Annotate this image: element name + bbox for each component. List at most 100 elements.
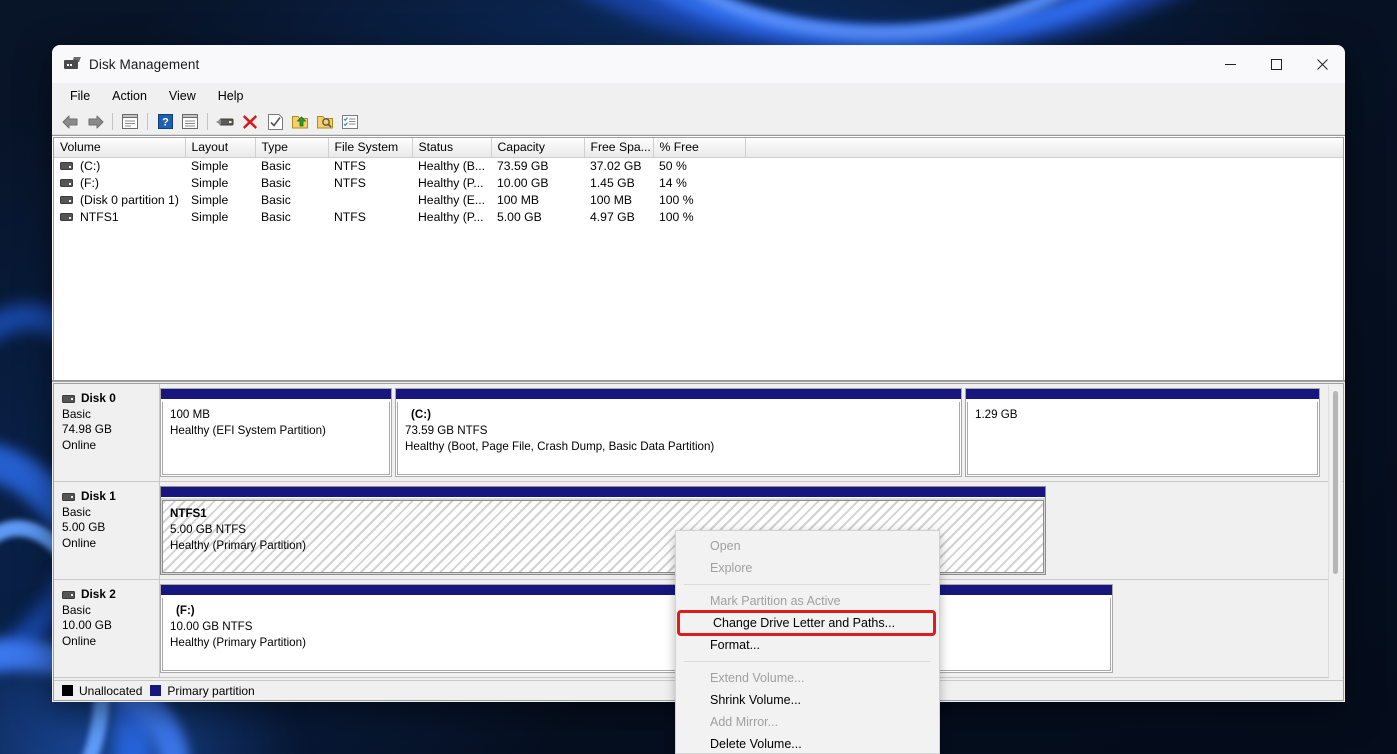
disk-row-0[interactable]: Disk 0 Basic 74.98 GB Online 100 MB Heal… <box>54 384 1343 482</box>
context-menu-item-extend-volume: Extend Volume... <box>710 671 805 685</box>
volume-label: (F:) <box>80 176 99 190</box>
drive-icon <box>60 162 73 171</box>
table-row[interactable]: (F:) Simple Basic NTFS Healthy (P... 10.… <box>54 175 1343 192</box>
disk-size: 10.00 GB <box>62 618 112 632</box>
extend-volume-icon[interactable] <box>288 111 312 133</box>
cell-status: Healthy (E... <box>418 193 486 207</box>
context-menu-item-delete-volume[interactable]: Delete Volume... <box>676 733 939 753</box>
disk-info-2: Disk 2 Basic 10.00 GB Online <box>54 580 160 677</box>
cell-type: Basic <box>261 176 291 190</box>
delete-volume-icon[interactable] <box>238 111 262 133</box>
cell-pctfree: 14 % <box>659 176 687 190</box>
cell-pctfree: 100 % <box>659 193 694 207</box>
table-row[interactable]: (C:) Simple Basic NTFS Healthy (B... 73.… <box>54 158 1343 175</box>
disk-name: Disk 1 <box>81 489 116 503</box>
cell-type: Basic <box>261 210 291 224</box>
drive-icon <box>60 196 73 204</box>
context-menu-item-format[interactable]: Format... <box>676 634 939 656</box>
disk-state: Online <box>62 437 97 452</box>
column-header-file-system[interactable]: File System <box>328 138 413 158</box>
cell-filler <box>745 209 1343 226</box>
disk-size: 5.00 GB <box>62 520 106 534</box>
column-header-layout[interactable]: Layout <box>185 138 256 158</box>
partition-status: Healthy (EFI System Partition) <box>170 424 326 437</box>
partition-capacity-bar <box>161 487 1045 498</box>
context-menu-item-change-drive-letter-and-paths[interactable]: Change Drive Letter and Paths... <box>677 610 936 636</box>
drive-icon <box>60 213 73 221</box>
context-menu-separator <box>684 661 931 662</box>
maximize-button[interactable] <box>1253 45 1299 83</box>
menu-help[interactable]: Help <box>208 87 254 106</box>
legend-unallocated: Unallocated <box>62 684 142 698</box>
column-header-type[interactable]: Type <box>255 138 329 158</box>
column-header-free-space[interactable]: Free Spa... <box>584 138 654 158</box>
volume-list-pane: Volume Layout Type File System Status Ca… <box>52 135 1345 381</box>
volume-table: Volume Layout Type File System Status Ca… <box>54 138 1343 226</box>
explore-icon[interactable] <box>313 111 337 133</box>
cell-capacity: 100 MB <box>497 193 540 207</box>
partition-efi[interactable]: 100 MB Healthy (EFI System Partition) <box>160 388 392 477</box>
properties-icon[interactable] <box>118 111 142 133</box>
minimize-button[interactable] <box>1207 45 1253 83</box>
column-header-volume[interactable]: Volume <box>54 138 186 158</box>
back-arrow-icon[interactable] <box>58 111 82 133</box>
partition-size: 100 MB <box>170 408 210 421</box>
cell-free: 100 MB <box>590 193 633 207</box>
scrollbar-thumb[interactable] <box>1333 391 1338 574</box>
cell-volume: (F:) <box>54 175 185 192</box>
legend-label: Primary partition <box>167 683 255 698</box>
close-button[interactable] <box>1299 45 1345 83</box>
context-menu-item-add-mirror: Add Mirror... <box>710 715 779 729</box>
disk-kind: Basic <box>62 406 91 421</box>
menu-file[interactable]: File <box>60 87 100 106</box>
disk-name: Disk 0 <box>81 391 116 405</box>
cell-volume: (Disk 0 partition 1) <box>54 192 185 209</box>
partition-recovery[interactable]: 1.29 GB <box>965 388 1320 477</box>
context-menu-item-shrink-volume[interactable]: Shrink Volume... <box>676 689 939 711</box>
context-menu-item-explore: Explore <box>710 561 753 575</box>
partition-label: (F:) <box>176 604 195 617</box>
column-header-status[interactable]: Status <box>412 138 492 158</box>
rescan-disks-icon[interactable] <box>213 111 237 133</box>
disk-state: Online <box>62 633 97 648</box>
partition-capacity-bar <box>161 389 391 400</box>
toolbar-separator <box>112 113 113 130</box>
legend-swatch-primary <box>150 685 162 696</box>
options-icon[interactable] <box>338 111 362 133</box>
toolbar: ? <box>52 109 1345 135</box>
cell-volume: NTFS1 <box>54 209 185 226</box>
context-menu-item-mark-partition-as-active: Mark Partition as Active <box>710 594 841 608</box>
column-header-percent-free[interactable]: % Free <box>653 138 746 158</box>
forward-arrow-icon[interactable] <box>83 111 107 133</box>
menu-view[interactable]: View <box>159 87 206 106</box>
help-icon[interactable]: ? <box>153 111 177 133</box>
cell-free: 1.45 GB <box>590 176 635 190</box>
partition-label: (C:) <box>411 408 431 421</box>
partition-c[interactable]: (C:) 73.59 GB NTFS Healthy (Boot, Page F… <box>395 388 962 477</box>
cell-status: Healthy (P... <box>418 176 484 190</box>
cell-pctfree: 100 % <box>659 210 694 224</box>
cell-fs <box>328 192 412 209</box>
list-view-icon[interactable] <box>178 111 202 133</box>
table-row[interactable]: (Disk 0 partition 1) Simple Basic Health… <box>54 192 1343 209</box>
partition-size: 73.59 GB NTFS <box>405 424 488 437</box>
cell-free: 4.97 GB <box>590 210 635 224</box>
partition-context-menu: Open Explore Mark Partition as Active Ch… <box>675 530 940 754</box>
drive-icon <box>60 179 73 187</box>
column-header-capacity[interactable]: Capacity <box>491 138 585 158</box>
context-menu-separator <box>684 584 931 585</box>
disk-info-0: Disk 0 Basic 74.98 GB Online <box>54 384 160 481</box>
menu-action[interactable]: Action <box>102 87 157 106</box>
window-title: Disk Management <box>89 56 200 72</box>
legend-label: Unallocated <box>79 683 143 698</box>
cell-fs: NTFS <box>334 210 366 224</box>
volume-label: (Disk 0 partition 1) <box>80 193 179 207</box>
cell-capacity: 10.00 GB <box>497 176 549 190</box>
table-row[interactable]: NTFS1 Simple Basic NTFS Healthy (P... 5.… <box>54 209 1343 226</box>
cell-capacity: 73.59 GB <box>497 159 549 174</box>
partition-f[interactable]: (F:) 10.00 GB NTFS Healthy (Primary Part… <box>160 584 1113 673</box>
graphic-pane-scrollbar[interactable] <box>1328 385 1342 679</box>
check-icon[interactable] <box>263 111 287 133</box>
cell-free: 37.02 GB <box>590 159 642 174</box>
context-menu-item-open: Open <box>710 539 741 553</box>
